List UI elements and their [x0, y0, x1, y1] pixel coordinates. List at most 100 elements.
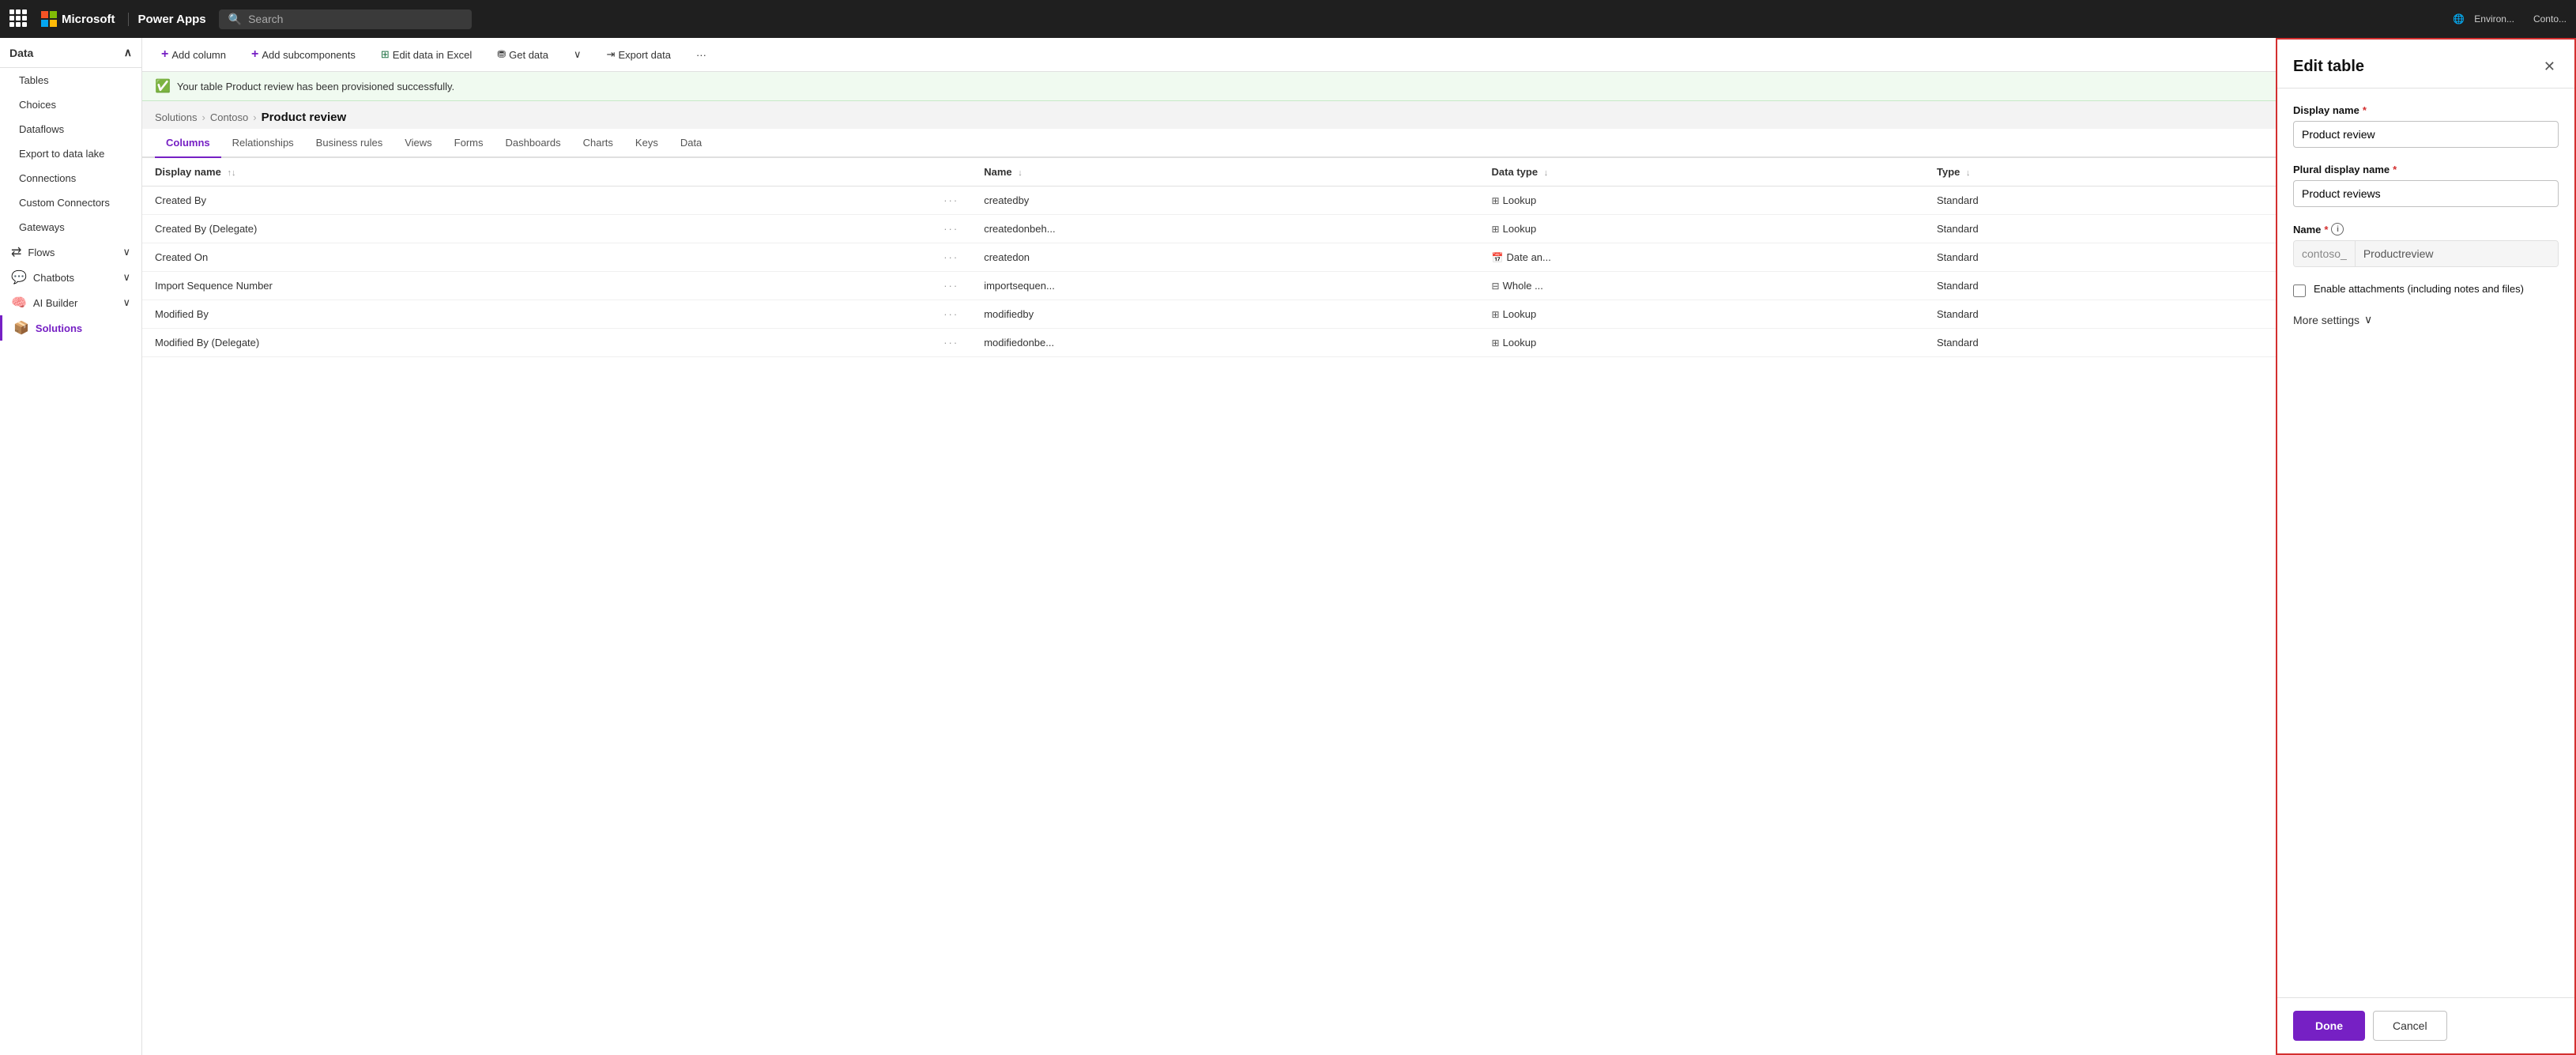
panel-close-button[interactable]: ✕ [2540, 55, 2559, 78]
edit-table-panel: Edit table ✕ Display name * Plural displ… [2276, 38, 2576, 1055]
get-data-button[interactable]: ⛃ Get data [491, 45, 555, 64]
table-row: Modified By ··· modifiedby ⊞Lookup Stand… [142, 300, 2276, 329]
sidebar-item-tables[interactable]: Tables [0, 68, 141, 92]
add-column-button[interactable]: + Add column [155, 44, 232, 65]
search-input[interactable] [248, 13, 438, 25]
panel-footer: Done Cancel [2277, 997, 2574, 1053]
cell-data-type: ⊞Lookup [1479, 300, 1924, 329]
row-options-dots[interactable]: ··· [943, 308, 958, 320]
col-header-data-type[interactable]: Data type ↓ [1479, 158, 1924, 187]
col-header-name[interactable]: Name ↓ [971, 158, 1478, 187]
sidebar-section-solutions[interactable]: 📦 Solutions [0, 315, 141, 341]
more-settings-toggle[interactable]: More settings ∨ [2293, 313, 2559, 326]
panel-body: Display name * Plural display name * Nam… [2277, 89, 2574, 997]
sidebar-item-connections[interactable]: Connections [0, 166, 141, 190]
name-label: Name * i [2293, 223, 2559, 235]
add-column-label: Add column [171, 49, 226, 61]
breadcrumb-solutions[interactable]: Solutions [155, 111, 197, 123]
tab-business-rules[interactable]: Business rules [305, 129, 394, 158]
row-display-name: Modified By (Delegate) [155, 337, 259, 349]
plural-name-input[interactable] [2293, 180, 2559, 207]
row-options-dots[interactable]: ··· [943, 280, 958, 292]
breadcrumb-sep2: › [253, 111, 256, 123]
more-settings-label: More settings [2293, 314, 2359, 326]
cell-data-type: ⊞Lookup [1479, 329, 1924, 357]
done-button[interactable]: Done [2293, 1011, 2365, 1041]
tab-views[interactable]: Views [394, 129, 443, 158]
add-column-plus-icon: + [161, 47, 168, 62]
chatbots-label: Chatbots [33, 272, 74, 284]
name-info-icon[interactable]: i [2331, 223, 2344, 235]
tab-columns[interactable]: Columns [155, 129, 221, 158]
row-options-dots[interactable]: ··· [943, 337, 958, 349]
cancel-button[interactable]: Cancel [2373, 1011, 2447, 1041]
sidebar-item-custom-connectors[interactable]: Custom Connectors [0, 190, 141, 215]
table-row: Created On ··· createdon 📅Date an... Sta… [142, 243, 2276, 272]
sidebar-item-choices[interactable]: Choices [0, 92, 141, 117]
attachments-group: Enable attachments (including notes and … [2293, 283, 2559, 297]
flows-icon: ⇄ [11, 244, 21, 260]
cell-display-name: Modified By ··· [142, 300, 971, 329]
edit-data-excel-button[interactable]: ⊞ Edit data in Excel [375, 45, 478, 64]
dropdown-icon: ∨ [574, 48, 582, 61]
row-display-name: Import Sequence Number [155, 280, 273, 292]
tab-dashboards[interactable]: Dashboards [495, 129, 572, 158]
display-name-input[interactable] [2293, 121, 2559, 148]
row-options-dots[interactable]: ··· [943, 194, 958, 206]
col-header-display-name[interactable]: Display name ↑↓ [142, 158, 971, 187]
attachments-checkbox[interactable] [2293, 284, 2306, 297]
export-data-button[interactable]: ⇥ Export data [601, 45, 677, 64]
sidebar-item-export[interactable]: Export to data lake [0, 141, 141, 166]
data-type-icon: ⊞ [1492, 224, 1500, 235]
get-data-icon: ⛃ [497, 48, 506, 61]
data-type-icon: 📅 [1492, 252, 1504, 263]
name-value: Productreview [2356, 241, 2558, 266]
toolbar: + Add column + Add subcomponents ⊞ Edit … [142, 38, 2276, 72]
plural-name-field-group: Plural display name * [2293, 164, 2559, 207]
col-header-type[interactable]: Type ↓ [1924, 158, 2276, 187]
add-subcomponents-button[interactable]: + Add subcomponents [245, 44, 362, 65]
cell-name: importsequen... [971, 272, 1478, 300]
chatbots-chevron: ∨ [122, 271, 130, 284]
search-bar[interactable]: 🔍 [219, 9, 472, 29]
breadcrumb-contoso[interactable]: Contoso [210, 111, 248, 123]
panel-header: Edit table ✕ [2277, 40, 2574, 89]
microsoft-logo: Microsoft [41, 11, 115, 27]
sidebar: Data ∧ Tables Choices Dataflows Export t… [0, 38, 142, 1055]
data-type-icon: ⊞ [1492, 195, 1500, 206]
sidebar-item-dataflows[interactable]: Dataflows [0, 117, 141, 141]
name-field-group: Name * i contoso_ Productreview [2293, 223, 2559, 267]
nav-right: 🌐 Environ... Conto... [2453, 13, 2567, 24]
tab-charts[interactable]: Charts [572, 129, 624, 158]
sidebar-section-ai-builder[interactable]: 🧠 AI Builder ∨ [0, 290, 141, 315]
waffle-menu[interactable] [9, 9, 28, 28]
row-display-name: Created On [155, 251, 208, 263]
tabs-bar: Columns Relationships Business rules Vie… [142, 129, 2276, 158]
app-title: Power Apps [128, 13, 206, 26]
solutions-label: Solutions [36, 322, 82, 334]
flows-label: Flows [28, 247, 55, 258]
sidebar-item-gateways[interactable]: Gateways [0, 215, 141, 239]
ai-builder-icon: 🧠 [11, 295, 27, 311]
top-navigation: Microsoft Power Apps 🔍 🌐 Environ... Cont… [0, 0, 2576, 38]
name-prefix: contoso_ [2294, 241, 2356, 266]
tab-data[interactable]: Data [669, 129, 713, 158]
sidebar-collapse-icon[interactable]: ∧ [124, 46, 132, 59]
row-options-dots[interactable]: ··· [943, 223, 958, 235]
tab-keys[interactable]: Keys [624, 129, 669, 158]
sidebar-section-flows[interactable]: ⇄ Flows ∨ [0, 239, 141, 265]
microsoft-label: Microsoft [62, 13, 115, 26]
cell-data-type: ⊞Lookup [1479, 215, 1924, 243]
more-options-button[interactable]: ··· [690, 46, 713, 64]
add-subcomponents-label: Add subcomponents [262, 49, 356, 61]
tab-relationships[interactable]: Relationships [221, 129, 305, 158]
tab-forms[interactable]: Forms [443, 129, 495, 158]
dropdown-button[interactable]: ∨ [567, 45, 588, 64]
row-options-dots[interactable]: ··· [943, 251, 958, 263]
content-area: + Add column + Add subcomponents ⊞ Edit … [142, 38, 2276, 1055]
main-layout: Data ∧ Tables Choices Dataflows Export t… [0, 38, 2576, 1055]
sidebar-section-chatbots[interactable]: 💬 Chatbots ∨ [0, 265, 141, 290]
export-label: Export data [618, 49, 671, 61]
add-sub-plus-icon: + [251, 47, 258, 62]
cell-data-type: 📅Date an... [1479, 243, 1924, 272]
